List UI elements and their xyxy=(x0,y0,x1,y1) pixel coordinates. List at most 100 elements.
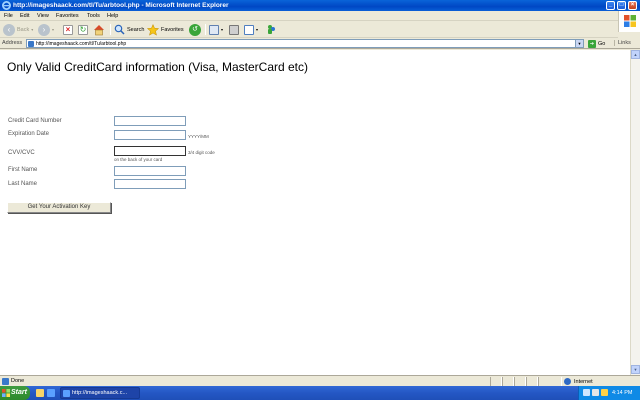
messenger-button[interactable] xyxy=(266,23,277,36)
page-done-icon xyxy=(2,378,9,385)
menu-bar: File Edit View Favorites Tools Help xyxy=(0,11,640,21)
mail-icon xyxy=(209,24,219,35)
go-label: Go xyxy=(598,40,606,47)
cvv-subhint: on the back of your card xyxy=(114,157,163,162)
close-button[interactable]: × xyxy=(628,1,637,10)
menu-favorites[interactable]: Favorites xyxy=(56,12,79,20)
taskbar: Start http://imageshaack.c... 4:14 PM xyxy=(0,386,640,400)
mail-button[interactable]: ▾ xyxy=(209,23,223,36)
home-icon xyxy=(94,24,104,35)
cvv-label: CVV/CVC xyxy=(8,150,35,156)
stop-button[interactable]: × xyxy=(63,23,73,36)
expiration-input[interactable] xyxy=(114,130,186,140)
taskbar-ie-window[interactable]: http://imageshaack.c... xyxy=(60,387,140,399)
quicklaunch-ie-icon[interactable] xyxy=(47,389,55,397)
page-content: Only Valid CreditCard information (Visa,… xyxy=(0,50,630,375)
star-icon xyxy=(147,23,159,36)
window-title: http://imageshaack.com/tl/Tu/arbtool.php… xyxy=(13,2,229,9)
menu-edit[interactable]: Edit xyxy=(20,12,29,20)
status-cell xyxy=(490,377,502,386)
favorites-label: Favorites xyxy=(161,26,184,33)
task-label: http://imageshaack.c... xyxy=(72,390,128,396)
chevron-down-icon: ▾ xyxy=(256,27,259,32)
page-heading: Only Valid CreditCard information (Visa,… xyxy=(7,60,308,74)
address-input[interactable]: http://imageshaack.com/tl/Tu/arbtool.php… xyxy=(26,39,584,48)
zone-label: Internet xyxy=(574,378,593,385)
favorites-button[interactable]: Favorites xyxy=(147,23,184,36)
vertical-scrollbar[interactable]: ▲ ▼ xyxy=(630,50,640,375)
start-label: Start xyxy=(11,389,27,396)
forward-arrow-icon: › xyxy=(38,23,50,36)
forward-button[interactable]: › ▾ xyxy=(38,23,54,36)
system-tray: 4:14 PM xyxy=(578,386,640,400)
menu-tools[interactable]: Tools xyxy=(87,12,100,20)
get-activation-key-button[interactable]: Get Your Activation Key xyxy=(7,202,111,213)
back-label: Back xyxy=(17,26,30,33)
history-icon: ↺ xyxy=(189,23,201,36)
print-button[interactable] xyxy=(229,23,239,36)
last-name-input[interactable] xyxy=(114,179,186,189)
status-text: Done xyxy=(11,378,25,384)
cvv-hint: 3/4 digit code xyxy=(188,150,215,155)
chevron-down-icon: ▾ xyxy=(221,27,224,32)
first-name-label: First Name xyxy=(8,167,38,173)
volume-icon[interactable] xyxy=(583,389,590,396)
toolbar-separator xyxy=(110,24,111,35)
back-button[interactable]: ‹ Back ▾ xyxy=(3,23,33,36)
maximize-button[interactable]: □ xyxy=(617,1,626,10)
windows-logo-icon xyxy=(618,11,640,32)
back-arrow-icon: ‹ xyxy=(3,23,15,36)
toolbar: ‹ Back ▾ › ▾ × ↻ Search Favorites ↺ ▾ ▾ xyxy=(0,21,618,38)
window-title-bar: http://imageshaack.com/tl/Tu/arbtool.php… xyxy=(0,0,640,11)
security-zone: Internet xyxy=(564,377,593,386)
clock: 4:14 PM xyxy=(612,390,633,396)
windows-flag-icon xyxy=(2,389,10,397)
edit-page-icon xyxy=(244,24,254,35)
network-icon[interactable] xyxy=(592,389,599,396)
go-arrow-icon: ➔ xyxy=(588,39,596,48)
status-cell xyxy=(526,377,538,386)
toolbar-separator xyxy=(205,24,206,35)
security-tray-icon[interactable] xyxy=(601,389,608,396)
printer-icon xyxy=(229,24,239,35)
home-button[interactable] xyxy=(93,23,105,36)
status-cell xyxy=(514,377,526,386)
scroll-down-icon[interactable]: ▼ xyxy=(631,365,640,374)
expiration-hint: YYYY/MM xyxy=(188,134,209,139)
stop-icon: × xyxy=(63,24,73,35)
address-dropdown-icon[interactable]: ▼ xyxy=(575,40,583,47)
cvv-input[interactable] xyxy=(114,146,186,156)
minimize-button[interactable]: _ xyxy=(606,1,615,10)
history-button[interactable]: ↺ xyxy=(189,23,201,36)
status-bar: Done Internet xyxy=(0,375,640,386)
chevron-down-icon: ▾ xyxy=(31,27,34,32)
search-icon xyxy=(114,24,125,35)
card-number-label: Credit Card Number xyxy=(8,118,62,124)
page-icon xyxy=(28,41,34,47)
menu-help[interactable]: Help xyxy=(107,12,118,20)
refresh-icon: ↻ xyxy=(78,24,88,35)
status-cell xyxy=(538,377,562,386)
ie-logo-icon xyxy=(2,1,11,10)
menu-view[interactable]: View xyxy=(37,12,49,20)
status-cell xyxy=(502,377,514,386)
refresh-button[interactable]: ↻ xyxy=(78,23,88,36)
search-label: Search xyxy=(127,26,145,33)
show-desktop-icon[interactable] xyxy=(36,389,44,397)
scroll-up-icon[interactable]: ▲ xyxy=(631,50,640,59)
messenger-icon xyxy=(268,25,275,34)
go-button[interactable]: ➔ Go xyxy=(588,39,605,48)
globe-icon xyxy=(564,378,571,385)
menu-file[interactable]: File xyxy=(4,12,13,20)
first-name-input[interactable] xyxy=(114,166,186,176)
address-url: http://imageshaack.com/tl/Tu/arbtool.php xyxy=(36,41,127,47)
ie-task-icon xyxy=(63,390,70,397)
edit-button[interactable]: ▾ xyxy=(244,23,258,36)
expiration-label: Expiration Date xyxy=(8,131,50,137)
start-button[interactable]: Start xyxy=(0,386,30,400)
card-number-input[interactable] xyxy=(114,116,186,126)
chevron-down-icon: ▾ xyxy=(52,27,55,32)
search-button[interactable]: Search xyxy=(114,23,144,36)
links-button[interactable]: Links xyxy=(614,40,631,46)
address-label: Address xyxy=(2,40,23,46)
